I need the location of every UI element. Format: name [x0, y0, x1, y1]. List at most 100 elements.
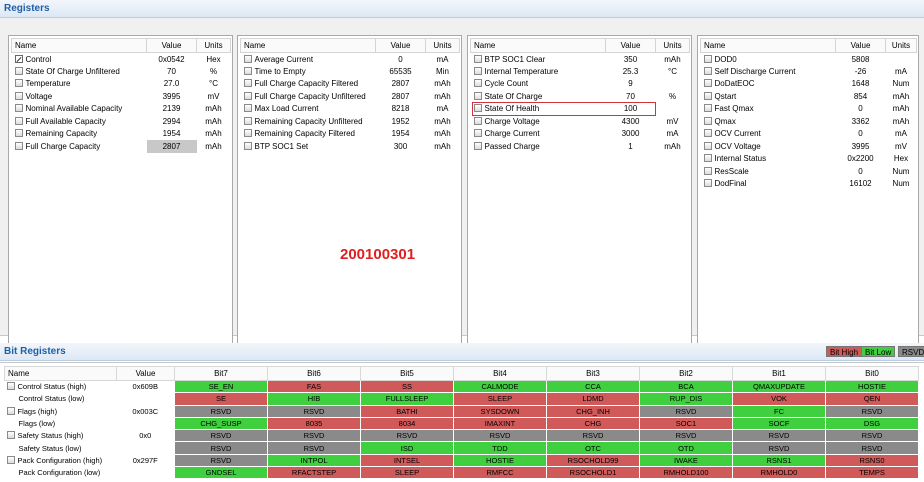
register-row[interactable]: DodFinal 16102 Num	[701, 178, 917, 191]
bit-cell[interactable]: RSVD	[546, 429, 640, 443]
register-row[interactable]: Temperature 27.0 °C	[12, 78, 231, 91]
bit-cell[interactable]: RMFCC	[453, 466, 547, 480]
register-row[interactable]: BTP SOC1 Set 300 mAh	[241, 140, 460, 153]
bit-cell[interactable]: LDMD	[546, 392, 640, 406]
column-header-name[interactable]: Name	[700, 38, 836, 53]
register-row[interactable]: Full Available Capacity 2994 mAh	[12, 115, 231, 128]
column-header-units[interactable]: Units	[655, 38, 690, 53]
row-checkbox[interactable]	[703, 104, 712, 113]
row-checkbox[interactable]	[243, 141, 252, 150]
bit-cell[interactable]: BCA	[639, 379, 733, 394]
bit-column-header-bit1[interactable]: Bit1	[732, 366, 826, 381]
bit-cell[interactable]: CHG_INH	[546, 404, 640, 418]
bit-register-row[interactable]: Safety Status (high) 0x0 RSVD RSVD RSVD RSVD R…	[5, 429, 919, 443]
row-checkbox[interactable]	[14, 79, 23, 88]
bit-register-row[interactable]: Pack Configuration (high) 0x297F RSVD INTPO…	[5, 453, 919, 468]
row-checkbox[interactable]	[703, 179, 712, 188]
bit-cell[interactable]: SLEEP	[453, 392, 547, 406]
bit-cell[interactable]: RSVD	[267, 404, 361, 418]
register-row[interactable]: Full Charge Capacity Filtered 2807 mAh	[241, 78, 460, 91]
row-checkbox[interactable]	[703, 54, 712, 63]
bit-cell[interactable]: OTC	[546, 441, 640, 455]
register-row[interactable]: DoDatEOC 1648 Num	[701, 78, 917, 91]
bit-cell[interactable]: BATHI	[360, 404, 454, 418]
bit-cell[interactable]: RSNS1	[732, 453, 826, 468]
bit-cell[interactable]: HOSTIE	[453, 453, 547, 468]
bit-cell[interactable]: HOSTIE	[825, 379, 919, 394]
bit-cell[interactable]: RSNS0	[825, 453, 919, 468]
column-header-name[interactable]: Name	[11, 38, 147, 53]
register-row[interactable]: Internal Temperature 25.3 °C	[471, 65, 690, 78]
register-row[interactable]: Charge Current 3000 mA	[471, 128, 690, 141]
bit-column-header-bit4[interactable]: Bit4	[453, 366, 547, 381]
bit-register-row[interactable]: Control Status (low) SE HIB FULLSLEEP SLEEP L…	[5, 392, 919, 406]
bit-cell[interactable]: RFACTSTEP	[267, 466, 361, 480]
bit-cell[interactable]: FULLSLEEP	[360, 392, 454, 406]
bit-cell[interactable]: SS	[360, 379, 454, 394]
row-checkbox[interactable]	[473, 141, 482, 150]
bit-cell[interactable]: RUP_DIS	[639, 392, 733, 406]
register-row[interactable]: Average Current 0 mA	[241, 53, 460, 66]
bit-register-row[interactable]: Safety Status (low) RSVD RSVD ISD TDD OTC OTD R…	[5, 441, 919, 455]
register-row[interactable]: OCV Current 0 mA	[701, 128, 917, 141]
register-row[interactable]: Control 0x0542 Hex	[12, 53, 231, 66]
bit-cell[interactable]: RMHOLD100	[639, 466, 733, 480]
row-checkbox[interactable]	[703, 166, 712, 175]
bit-cell[interactable]: RSVD	[174, 441, 268, 455]
bit-register-row[interactable]: Flags (low) CHG_SUSP 8035 8034 IMAXINT CHG SOC…	[5, 416, 919, 431]
column-header-value[interactable]: Value	[835, 38, 886, 53]
bit-cell[interactable]: ISD	[360, 441, 454, 455]
bit-cell[interactable]: TDD	[453, 441, 547, 455]
bit-register-row[interactable]: Control Status (high) 0x609B SE_EN FAS SS CAL…	[5, 379, 919, 394]
bit-cell[interactable]: INTPOL	[267, 453, 361, 468]
bit-column-header-bit7[interactable]: Bit7	[174, 366, 268, 381]
register-row[interactable]: Cycle Count 9	[471, 78, 690, 91]
row-checkbox[interactable]	[14, 104, 23, 113]
register-row[interactable]: Self Discharge Current -26 mA	[701, 65, 917, 78]
column-header-units[interactable]: Units	[885, 38, 917, 53]
bit-cell[interactable]: RSVD	[174, 404, 268, 418]
bit-cell[interactable]: RSOCHOLD1	[546, 466, 640, 480]
row-checkbox[interactable]	[703, 66, 712, 75]
bit-cell[interactable]: SLEEP	[360, 466, 454, 480]
register-row[interactable]: Qmax 3362 mAh	[701, 115, 917, 128]
row-checkbox[interactable]	[14, 129, 23, 138]
bit-cell[interactable]: 8035	[267, 416, 361, 431]
expand-checkbox[interactable]	[6, 406, 15, 415]
register-row[interactable]: BTP SOC1 Clear 350 mAh	[471, 53, 690, 66]
row-checkbox[interactable]	[243, 54, 252, 63]
bit-cell[interactable]: RSOCHOLD99	[546, 453, 640, 468]
column-header-units[interactable]: Units	[196, 38, 231, 53]
register-row[interactable]: Max Load Current 8218 mA	[241, 103, 460, 116]
bit-register-row[interactable]: Flags (high) 0x003C RSVD RSVD BATHI SYSDOWN CH…	[5, 404, 919, 418]
bit-cell[interactable]: SE	[174, 392, 268, 406]
bit-cell[interactable]: RSVD	[267, 429, 361, 443]
column-header-value[interactable]: Value	[146, 38, 197, 53]
expand-checkbox[interactable]	[6, 455, 15, 464]
row-checkbox[interactable]	[473, 54, 482, 63]
bit-register-row[interactable]: Pack Configuration (low) GNDSEL RFACTSTEP S…	[5, 466, 919, 480]
edit-icon[interactable]	[14, 54, 23, 63]
bit-cell[interactable]: RSVD	[360, 429, 454, 443]
bit-cell[interactable]: RMHOLD0	[732, 466, 826, 480]
register-row[interactable]: Charge Voltage 4300 mV	[471, 115, 690, 128]
register-row[interactable]: ResScale 0 Num	[701, 165, 917, 178]
bit-column-header-bit6[interactable]: Bit6	[267, 366, 361, 381]
bit-cell[interactable]: CCA	[546, 379, 640, 394]
row-checkbox[interactable]	[14, 116, 23, 125]
bit-cell[interactable]: IMAXINT	[453, 416, 547, 431]
bit-cell[interactable]: RSVD	[732, 441, 826, 455]
bit-cell[interactable]: RSVD	[825, 429, 919, 443]
register-row[interactable]: Full Charge Capacity 2807 mAh	[12, 140, 231, 153]
bit-cell[interactable]: SOC1	[639, 416, 733, 431]
row-checkbox[interactable]	[14, 141, 23, 150]
column-header-units[interactable]: Units	[425, 38, 460, 53]
bit-cell[interactable]: QMAXUPDATE	[732, 379, 826, 394]
bit-cell[interactable]: RSVD	[639, 404, 733, 418]
bit-cell[interactable]: RSVD	[174, 429, 268, 443]
row-checkbox[interactable]	[703, 91, 712, 100]
register-row[interactable]: Remaining Capacity 1954 mAh	[12, 128, 231, 141]
bit-cell[interactable]: QEN	[825, 392, 919, 406]
bit-cell[interactable]: FC	[732, 404, 826, 418]
row-checkbox[interactable]	[703, 116, 712, 125]
